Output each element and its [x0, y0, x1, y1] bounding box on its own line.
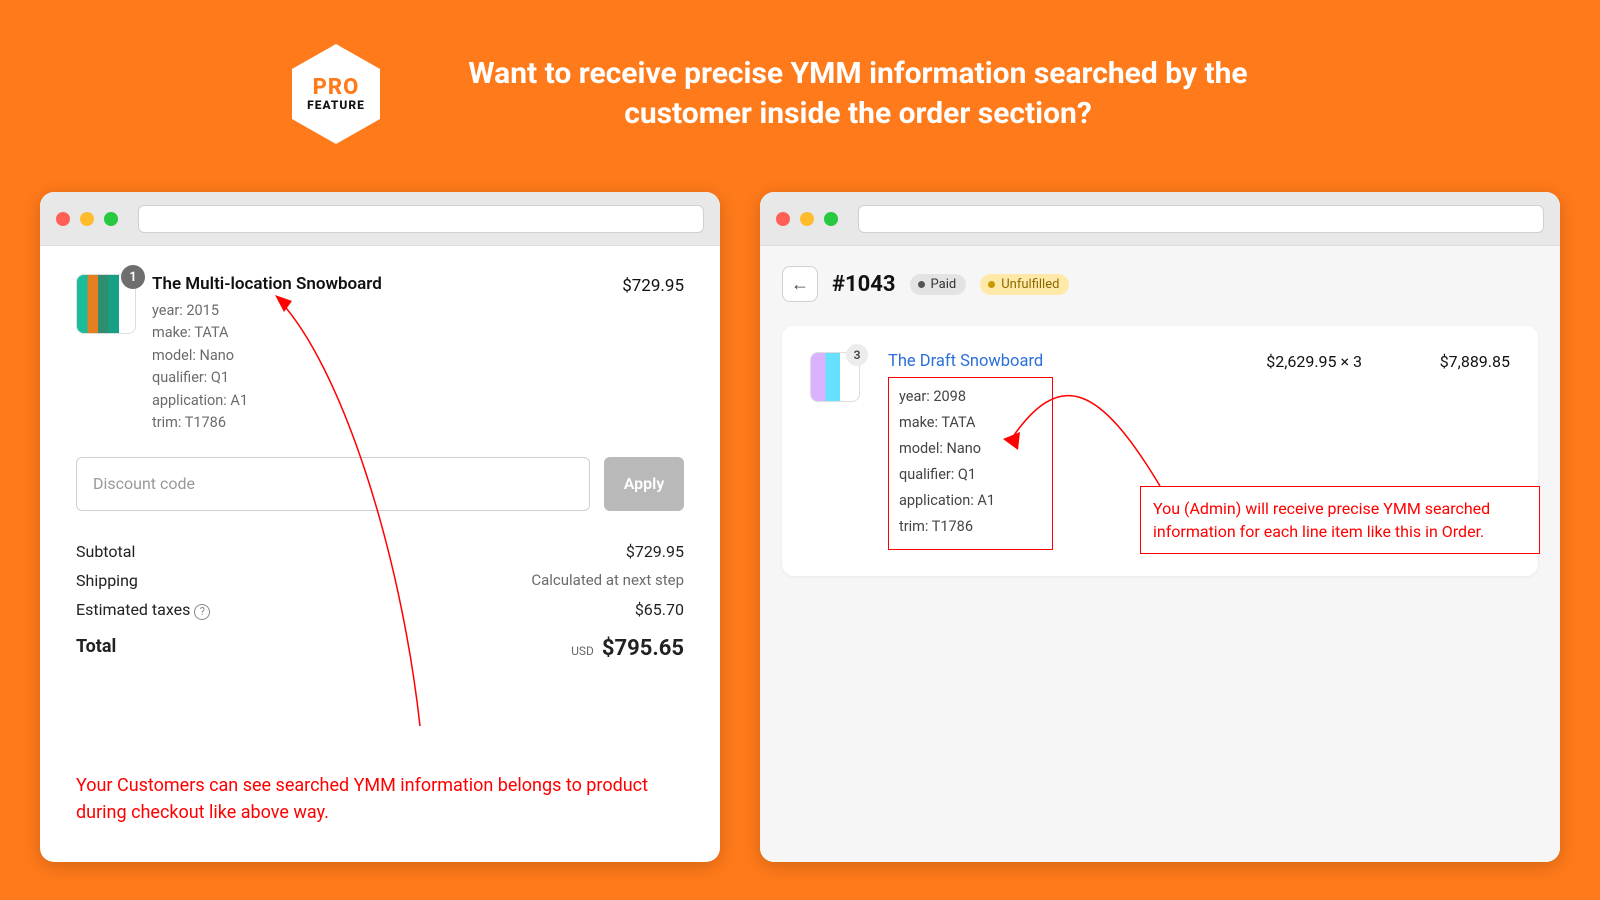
order-ymm-meta-box: year: 2098 make: TATA model: Nano qualif… — [888, 377, 1053, 550]
subtotal-label: Subtotal — [76, 542, 135, 561]
shipping-value: Calculated at next step — [531, 571, 684, 590]
back-button[interactable]: ← — [782, 266, 818, 302]
status-paid-badge: Paid — [910, 274, 967, 295]
product-title: The Multi-location Snowboard — [152, 274, 606, 294]
badge-feature-text: FEATURE — [307, 100, 365, 111]
line-price: $729.95 — [622, 274, 684, 296]
checkout-window: 1 The Multi-location Snowboard year: 201… — [40, 192, 720, 862]
meta-trim: trim: T1786 — [899, 514, 1042, 540]
maximize-icon[interactable] — [104, 212, 118, 226]
close-icon[interactable] — [776, 212, 790, 226]
page-header: PRO FEATURE Want to receive precise YMM … — [0, 0, 1600, 162]
status-unfulfilled-badge: Unfulfilled — [980, 274, 1069, 295]
apply-button[interactable]: Apply — [604, 457, 684, 511]
traffic-lights — [56, 212, 118, 226]
product-ymm-meta: year: 2015 make: TATA model: Nano qualif… — [152, 300, 606, 435]
discount-code-input[interactable]: Discount code — [76, 457, 590, 511]
meta-application: application: A1 — [899, 488, 1042, 514]
checkout-line-item: 1 The Multi-location Snowboard year: 201… — [76, 274, 684, 435]
meta-make: make: TATA — [152, 322, 606, 344]
meta-model: model: Nano — [899, 436, 1042, 462]
subtotal-value: $729.95 — [626, 542, 684, 561]
taxes-value: $65.70 — [635, 600, 684, 620]
url-bar[interactable] — [138, 205, 704, 233]
quantity-badge: 3 — [846, 344, 868, 366]
quantity-badge: 1 — [121, 265, 145, 289]
product-link[interactable]: The Draft Snowboard — [888, 352, 1204, 371]
checkout-annotation: Your Customers can see searched YMM info… — [76, 772, 684, 826]
minimize-icon[interactable] — [80, 212, 94, 226]
meta-trim: trim: T1786 — [152, 412, 606, 434]
minimize-icon[interactable] — [800, 212, 814, 226]
meta-qualifier: qualifier: Q1 — [152, 367, 606, 389]
line-total: $7,889.85 — [1380, 352, 1510, 371]
window-titlebar — [40, 192, 720, 246]
taxes-label: Estimated taxes? — [76, 600, 210, 620]
shipping-label: Shipping — [76, 571, 138, 590]
total-value: $795.65 — [602, 636, 684, 661]
order-admin-window: ← #1043 Paid Unfulfilled 3 The Draft Sno… — [760, 192, 1560, 862]
unit-price-qty: $2,629.95 × 3 — [1222, 352, 1362, 371]
meta-model: model: Nano — [152, 345, 606, 367]
order-annotation-box: You (Admin) will receive precise YMM sea… — [1140, 486, 1540, 554]
meta-year: year: 2098 — [899, 384, 1042, 410]
total-value-wrap: USD $795.65 — [571, 636, 684, 661]
meta-year: year: 2015 — [152, 300, 606, 322]
totals-section: Subtotal $729.95 Shipping Calculated at … — [76, 537, 684, 666]
help-icon[interactable]: ? — [194, 604, 210, 620]
meta-qualifier: qualifier: Q1 — [899, 462, 1042, 488]
url-bar[interactable] — [858, 205, 1544, 233]
traffic-lights — [776, 212, 838, 226]
headline-text: Want to receive precise YMM information … — [408, 54, 1308, 135]
badge-pro-text: PRO — [313, 78, 360, 98]
currency-code: USD — [571, 644, 594, 658]
product-thumbnail: 1 — [76, 274, 136, 334]
order-id: #1043 — [832, 272, 896, 297]
product-thumbnail: 3 — [810, 352, 860, 402]
maximize-icon[interactable] — [824, 212, 838, 226]
meta-make: make: TATA — [899, 410, 1042, 436]
pro-feature-badge: PRO FEATURE — [292, 44, 380, 144]
meta-application: application: A1 — [152, 390, 606, 412]
window-titlebar — [760, 192, 1560, 246]
close-icon[interactable] — [56, 212, 70, 226]
total-label: Total — [76, 636, 116, 661]
